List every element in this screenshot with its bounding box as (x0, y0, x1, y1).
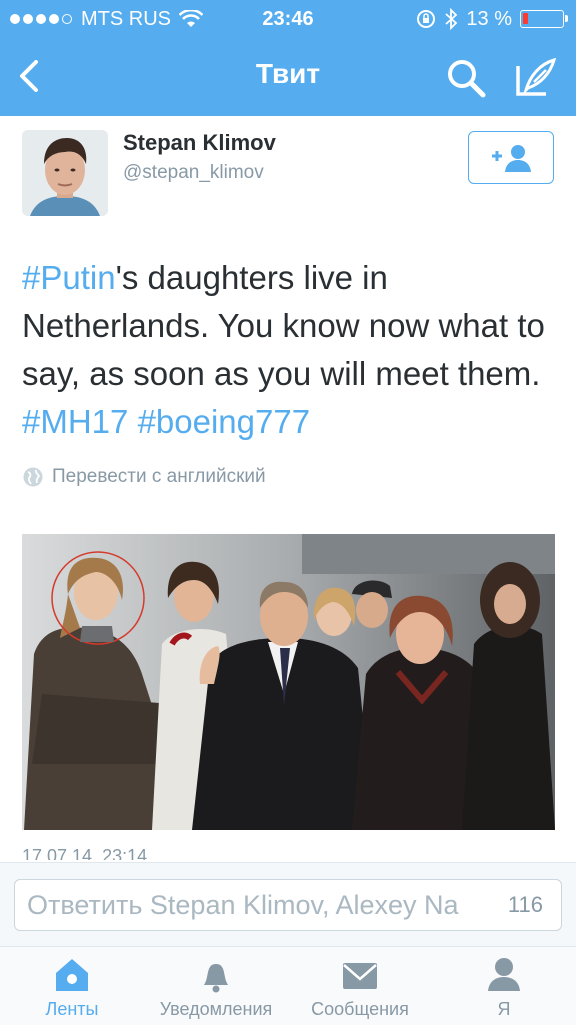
tab-bar: Ленты Уведомления Сообщения Я (0, 946, 576, 1025)
reply-input[interactable]: Ответить Stepan Klimov, Alexey Na 116 (14, 879, 562, 931)
person-icon (488, 958, 520, 991)
tab-messages[interactable]: Сообщения (288, 947, 432, 1025)
envelope-icon (343, 963, 377, 989)
tweet-timestamp: 17.07.14, 23:14 (22, 846, 148, 860)
status-bar: MTS RUS 23:46 13 % (0, 0, 576, 38)
home-icon (56, 959, 88, 991)
translate-link[interactable]: Перевести с английский (22, 466, 266, 488)
bell-icon (204, 964, 228, 993)
battery-level-fill (523, 13, 528, 24)
follow-button[interactable] (468, 131, 554, 184)
tweet-text: #Putin's daughters live in Netherlands. … (22, 254, 562, 446)
reply-bar: Ответить Stepan Klimov, Alexey Na 116 (0, 862, 576, 947)
page-title: Твит (255, 58, 321, 89)
battery-percentage: 13 % (466, 8, 512, 30)
battery-icon (520, 10, 568, 28)
tab-label: Сообщения (311, 999, 409, 1019)
translate-label[interactable]: Перевести с английский (52, 466, 266, 488)
add-user-icon (492, 144, 531, 172)
author-handle[interactable]: @stepan_klimov (123, 162, 264, 184)
reply-placeholder: Ответить Stepan Klimov, Alexey Na (27, 890, 459, 920)
top-bar: MTS RUS 23:46 13 % Твит (0, 0, 576, 116)
navigation-bar: Твит (0, 38, 576, 116)
tab-label: Я (497, 999, 511, 1019)
tab-home[interactable]: Ленты (0, 947, 144, 1025)
tweet-photo[interactable] (22, 534, 555, 830)
tab-label: Уведомления (159, 999, 273, 1019)
globe-icon (23, 467, 43, 487)
tab-label: Ленты (45, 999, 99, 1019)
tab-me[interactable]: Я (432, 947, 576, 1025)
hashtag-link[interactable]: #Putin (22, 259, 116, 296)
tab-notifications[interactable]: Уведомления (144, 947, 288, 1025)
author-name[interactable]: Stepan Klimov (123, 130, 276, 156)
bluetooth-icon (445, 8, 458, 30)
avatar[interactable] (22, 130, 108, 216)
tweet-text-segment (128, 403, 137, 440)
compose-icon[interactable] (512, 54, 558, 100)
search-icon[interactable] (444, 56, 488, 100)
orientation-lock-icon (417, 10, 436, 28)
hashtag-link[interactable]: #boeing777 (138, 403, 311, 440)
hashtag-link[interactable]: #MH17 (22, 403, 128, 440)
character-counter: 116 (503, 880, 547, 930)
